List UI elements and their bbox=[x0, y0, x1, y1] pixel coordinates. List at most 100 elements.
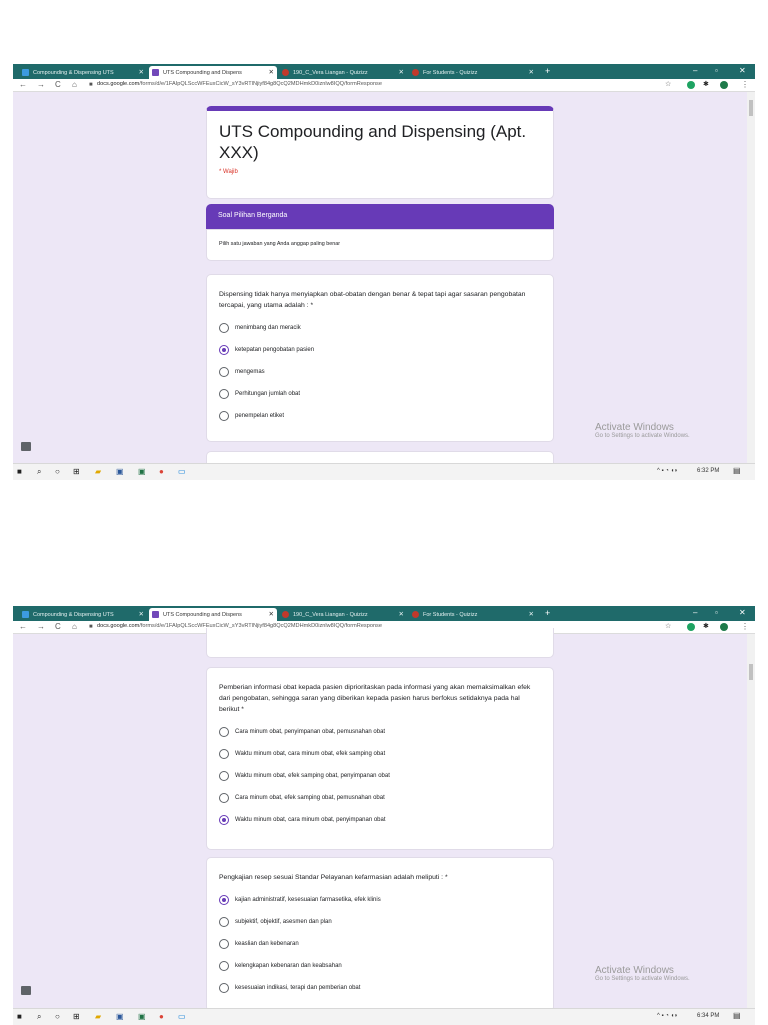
new-tab-icon[interactable]: + bbox=[545, 608, 550, 618]
excel-icon[interactable]: ▣ bbox=[138, 1012, 146, 1021]
notification-icon[interactable]: ▤ bbox=[733, 466, 741, 475]
chrome-icon[interactable]: ● bbox=[159, 1012, 164, 1021]
option-radio[interactable]: penempelan etiket bbox=[207, 405, 553, 427]
window-close-icon[interactable]: ✕ bbox=[739, 66, 746, 75]
option-radio[interactable]: Perhitungan jumlah obat bbox=[207, 383, 553, 405]
radio-button[interactable] bbox=[219, 749, 229, 759]
radio-button[interactable] bbox=[219, 389, 229, 399]
profile-avatar[interactable] bbox=[720, 623, 728, 631]
system-tray-icons[interactable]: ^ ▪ ◔ ◖◗ bbox=[657, 1013, 678, 1019]
close-icon[interactable]: ✕ bbox=[139, 68, 144, 76]
radio-button[interactable] bbox=[219, 917, 229, 927]
radio-button[interactable] bbox=[219, 771, 229, 781]
cortana-icon[interactable]: ○ bbox=[55, 467, 60, 476]
radio-button[interactable] bbox=[219, 411, 229, 421]
puzzle-icon[interactable]: ✱ bbox=[703, 622, 709, 630]
task-view-icon[interactable]: ⊞ bbox=[73, 467, 80, 476]
minimize-icon[interactable]: – bbox=[693, 608, 697, 617]
file-explorer-icon[interactable]: ▰ bbox=[95, 467, 101, 476]
task-view-icon[interactable]: ⊞ bbox=[73, 1012, 80, 1021]
forward-icon[interactable]: → bbox=[37, 622, 45, 631]
maximize-icon[interactable]: ▫ bbox=[715, 608, 718, 617]
zoom-icon[interactable]: ▭ bbox=[178, 1012, 186, 1021]
option-radio[interactable]: subjektif, objektif, asesmen dan plan bbox=[207, 911, 553, 933]
clock[interactable]: 6:34 PM bbox=[697, 1013, 719, 1019]
option-radio[interactable]: Waktu minum obat, efek samping obat, pen… bbox=[207, 765, 553, 787]
forward-icon[interactable]: → bbox=[37, 80, 45, 89]
scrollbar-thumb[interactable] bbox=[749, 100, 753, 116]
option-radio[interactable]: kajian administratif, kesesuaian farmase… bbox=[207, 889, 553, 911]
close-icon[interactable]: ✕ bbox=[269, 610, 274, 618]
option-radio[interactable]: Waktu minum obat, cara minum obat, efek … bbox=[207, 743, 553, 765]
option-radio[interactable]: Cara minum obat, efek samping obat, pemu… bbox=[207, 787, 553, 809]
search-icon[interactable]: ⌕ bbox=[37, 467, 41, 477]
file-explorer-icon[interactable]: ▰ bbox=[95, 1012, 101, 1021]
option-radio[interactable]: mengemas bbox=[207, 361, 553, 383]
radio-button-selected[interactable] bbox=[219, 345, 229, 355]
reload-icon[interactable]: C bbox=[55, 80, 61, 89]
notification-icon[interactable]: ▤ bbox=[733, 1011, 741, 1020]
profile-avatar[interactable] bbox=[720, 81, 728, 89]
radio-button[interactable] bbox=[219, 961, 229, 971]
excel-icon[interactable]: ▣ bbox=[138, 467, 146, 476]
bookmark-star-icon[interactable]: ☆ bbox=[665, 622, 671, 630]
option-radio[interactable]: ketepatan pengobatan pasien bbox=[207, 339, 553, 361]
bookmark-star-icon[interactable]: ☆ bbox=[665, 80, 671, 88]
option-radio[interactable]: menimbang dan meracik bbox=[207, 317, 553, 339]
cortana-icon[interactable]: ○ bbox=[55, 1012, 60, 1021]
close-icon[interactable]: ✕ bbox=[139, 610, 144, 618]
tab-quizizz-2[interactable]: For Students - Quizizz ✕ bbox=[409, 66, 537, 79]
windows-start-icon[interactable]: ■ bbox=[17, 1012, 22, 1021]
search-icon[interactable]: ⌕ bbox=[37, 1012, 41, 1022]
option-radio[interactable]: keaslian dan kebenaran bbox=[207, 933, 553, 955]
radio-button[interactable] bbox=[219, 727, 229, 737]
reload-icon[interactable]: C bbox=[55, 622, 61, 631]
back-icon[interactable]: ← bbox=[19, 80, 27, 89]
radio-button-selected[interactable] bbox=[219, 895, 229, 905]
close-icon[interactable]: ✕ bbox=[399, 68, 404, 76]
option-radio[interactable]: kelengkapan kebenaran dan keabsahan bbox=[207, 955, 553, 977]
window-close-icon[interactable]: ✕ bbox=[739, 608, 746, 617]
radio-button[interactable] bbox=[219, 793, 229, 803]
tab-classroom[interactable]: Compounding & Dispensing UTS ✕ bbox=[19, 66, 147, 79]
home-icon[interactable]: ⌂ bbox=[72, 80, 77, 89]
radio-button[interactable] bbox=[219, 323, 229, 333]
radio-button[interactable] bbox=[219, 983, 229, 993]
chrome-icon[interactable]: ● bbox=[159, 467, 164, 476]
extension-icon[interactable] bbox=[687, 623, 695, 631]
radio-button[interactable] bbox=[219, 367, 229, 377]
system-tray-icons[interactable]: ^ ▪ ◔ ◖◗ bbox=[657, 468, 678, 474]
home-icon[interactable]: ⌂ bbox=[72, 622, 77, 631]
radio-button-selected[interactable] bbox=[219, 815, 229, 825]
close-icon[interactable]: ✕ bbox=[529, 610, 534, 618]
close-icon[interactable]: ✕ bbox=[529, 68, 534, 76]
scrollbar[interactable] bbox=[747, 634, 755, 1008]
maximize-icon[interactable]: ▫ bbox=[715, 66, 718, 75]
feedback-icon[interactable] bbox=[21, 986, 31, 995]
zoom-icon[interactable]: ▭ bbox=[178, 467, 186, 476]
scrollbar[interactable] bbox=[747, 92, 755, 463]
option-radio[interactable]: Cara minum obat, penyimpanan obat, pemus… bbox=[207, 721, 553, 743]
tab-quizizz-1[interactable]: 190_C_Vera Liangan - Quizizz ✕ bbox=[279, 608, 407, 621]
clock[interactable]: 6:32 PM bbox=[697, 468, 719, 474]
word-icon[interactable]: ▣ bbox=[116, 1012, 124, 1021]
back-icon[interactable]: ← bbox=[19, 622, 27, 631]
menu-dots-icon[interactable]: ⋮ bbox=[741, 80, 749, 89]
feedback-icon[interactable] bbox=[21, 442, 31, 451]
option-radio[interactable]: Waktu minum obat, cara minum obat, penyi… bbox=[207, 809, 553, 831]
close-icon[interactable]: ✕ bbox=[269, 68, 274, 76]
word-icon[interactable]: ▣ bbox=[116, 467, 124, 476]
radio-button[interactable] bbox=[219, 939, 229, 949]
tab-quizizz-1[interactable]: 190_C_Vera Liangan - Quizizz ✕ bbox=[279, 66, 407, 79]
url-field[interactable]: docs.google.com/forms/d/e/1FAIpQLSccWFEu… bbox=[97, 81, 382, 87]
tab-classroom[interactable]: Compounding & Dispensing UTS ✕ bbox=[19, 608, 147, 621]
tab-quizizz-2[interactable]: For Students - Quizizz ✕ bbox=[409, 608, 537, 621]
menu-dots-icon[interactable]: ⋮ bbox=[741, 622, 749, 631]
windows-start-icon[interactable]: ■ bbox=[17, 467, 22, 476]
close-icon[interactable]: ✕ bbox=[399, 610, 404, 618]
tab-form[interactable]: UTS Compounding and Dispens ✕ bbox=[149, 66, 277, 79]
tab-form[interactable]: UTS Compounding and Dispens ✕ bbox=[149, 608, 277, 621]
minimize-icon[interactable]: – bbox=[693, 66, 697, 75]
option-radio[interactable]: kesesuaian indikasi, terapi dan pemberia… bbox=[207, 977, 553, 999]
new-tab-icon[interactable]: + bbox=[545, 66, 550, 76]
